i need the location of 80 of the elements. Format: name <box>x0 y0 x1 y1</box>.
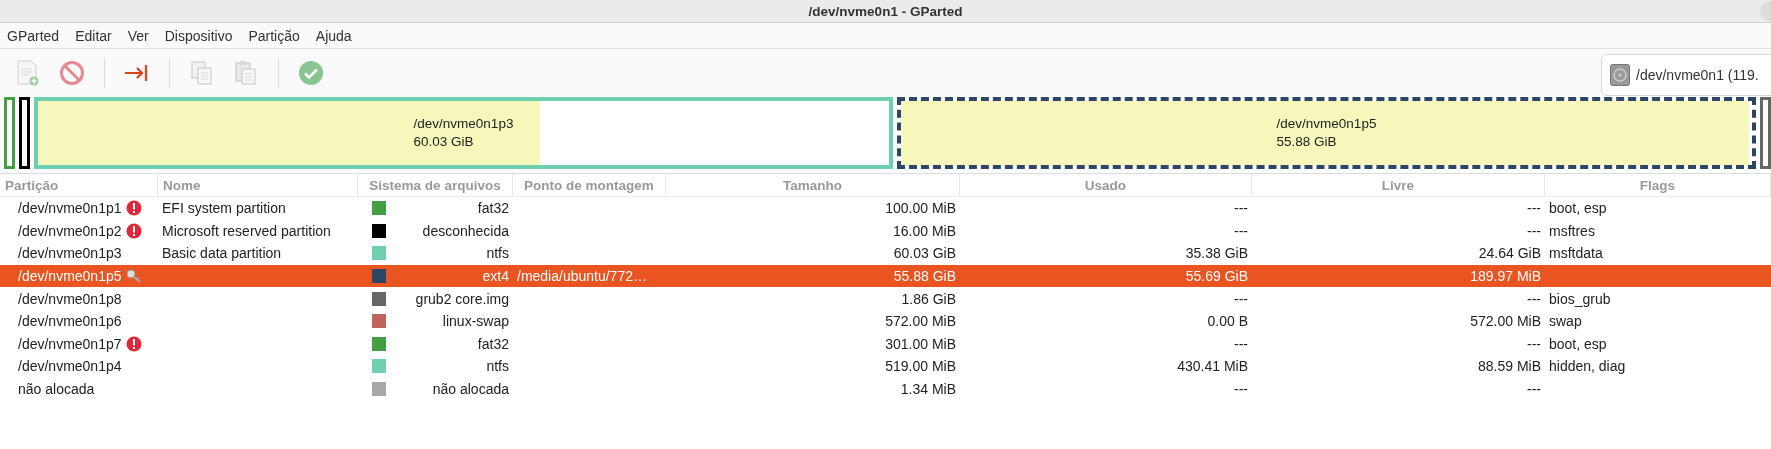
partition-path: não alocada <box>18 381 95 398</box>
warning-icon <box>125 335 142 352</box>
menu-item[interactable]: Dispositivo <box>164 27 233 44</box>
partition-label: /dev/nvme0n1p5 55.88 GiB <box>1276 115 1377 151</box>
table-cell-text: boot, esp <box>1548 334 1608 354</box>
table-cell-text: 1.34 MiB <box>899 380 957 400</box>
table-cell-text: 0.00 B <box>1206 312 1249 332</box>
table-cell-text: --- <box>1526 380 1542 400</box>
new-document-icon <box>16 59 40 86</box>
filesystem: fat32 <box>477 200 509 217</box>
filesystem: grub2 core.img <box>415 290 509 307</box>
table-cell-text: 572.00 MiB <box>884 312 957 332</box>
table-cell-text: hidden, diag <box>1548 357 1627 377</box>
table-cell-text: 519.00 MiB <box>884 357 957 377</box>
table-cell-text: 35.38 GiB <box>1184 244 1249 264</box>
table-cell-text: boot, esp <box>1548 199 1608 219</box>
table-cell-text: /media/ubuntu/772… <box>516 267 648 287</box>
table-cell-text: 100.00 MiB <box>884 199 957 219</box>
table-cell-text: EFI system partition <box>161 199 287 219</box>
table-cell-text: 24.64 GiB <box>1477 244 1542 264</box>
filesystem: fat32 <box>477 335 509 352</box>
warning-icon <box>125 200 142 217</box>
partition-block[interactable] <box>19 97 30 169</box>
window-title: /dev/nvme0n1 - GParted <box>808 3 963 19</box>
menu-item[interactable]: Ajuda <box>315 27 352 44</box>
menu-item[interactable]: Editar <box>75 27 112 44</box>
menu-item[interactable]: Ver <box>127 27 149 44</box>
copy-icon <box>190 59 214 86</box>
menu-item[interactable]: GParted <box>7 27 60 44</box>
device-selector[interactable]: /dev/nvme0n1 (119. <box>1601 54 1771 96</box>
table-cell-text: --- <box>1233 380 1249 400</box>
filesystem: linux-swap <box>442 313 509 330</box>
partition-block[interactable]: /dev/nvme0n1p5 55.88 GiB <box>897 97 1756 169</box>
table-cell-text: 16.00 MiB <box>891 221 957 241</box>
apply-check-icon <box>298 59 324 86</box>
partition-block[interactable]: /dev/nvme0n1p3 60.03 GiB <box>34 97 893 169</box>
partition-path: /dev/nvme0n1p4 <box>18 358 122 375</box>
table-cell-text: --- <box>1233 199 1249 219</box>
resize-arrow-icon <box>124 62 150 83</box>
table-cell-text: 55.88 GiB <box>892 267 957 287</box>
table-cell-text: 1.86 GiB <box>900 289 957 309</box>
partition-path: /dev/nvme0n1p2 <box>18 222 122 239</box>
table-cell-text: 301.00 MiB <box>884 334 957 354</box>
table-cell-text: --- <box>1233 289 1249 309</box>
table-cell-text: --- <box>1233 221 1249 241</box>
partition-path: /dev/nvme0n1p7 <box>18 335 122 352</box>
delete-icon <box>59 59 85 86</box>
table-cell-text: --- <box>1526 289 1542 309</box>
table-row[interactable]: /dev/nvme0n1p5 ext4 /media/ubuntu/772… 55.88 GiB 55.69 GiB 189.97 MiB <box>0 264 1771 288</box>
menu-item[interactable]: Partição <box>248 27 300 44</box>
partition-path: /dev/nvme0n1p6 <box>18 313 122 330</box>
partition-path: /dev/nvme0n1p3 <box>18 245 122 262</box>
filesystem: desconhecida <box>422 222 509 239</box>
table-cell-text: bios_grub <box>1548 289 1612 309</box>
partition-path: /dev/nvme0n1p5 <box>18 268 122 285</box>
table-cell-text: Basic data partition <box>161 244 283 264</box>
table-cell-text: swap <box>1548 312 1583 332</box>
table-cell-text: 430.41 MiB <box>1176 357 1249 377</box>
table-cell-text: 55.69 GiB <box>1184 267 1249 287</box>
table-cell-text: 88.59 MiB <box>1476 357 1542 377</box>
filesystem: ntfs <box>486 358 509 375</box>
table-cell-text: 60.03 GiB <box>892 244 957 264</box>
partition-path: /dev/nvme0n1p1 <box>18 200 122 217</box>
table-cell-text: --- <box>1526 221 1542 241</box>
filesystem: ntfs <box>486 245 509 262</box>
table-cell-text: 189.97 MiB <box>1469 267 1542 287</box>
table-cell-text: Microsoft reserved partition <box>161 221 332 241</box>
filesystem: ext4 <box>482 268 509 285</box>
table-cell-text: --- <box>1526 334 1542 354</box>
warning-icon <box>125 222 142 239</box>
paste-icon <box>234 59 258 86</box>
filesystem: não alocada <box>432 381 509 398</box>
key-icon <box>125 269 142 284</box>
partition-label: /dev/nvme0n1p3 60.03 GiB <box>413 115 514 151</box>
table-cell-text: msftres <box>1548 221 1596 241</box>
table-cell-text: --- <box>1526 199 1542 219</box>
table-cell-text: msftdata <box>1548 244 1604 264</box>
partition-path: /dev/nvme0n1p8 <box>18 290 122 307</box>
table-cell-text: --- <box>1233 334 1249 354</box>
table-cell-text: 572.00 MiB <box>1469 312 1542 332</box>
